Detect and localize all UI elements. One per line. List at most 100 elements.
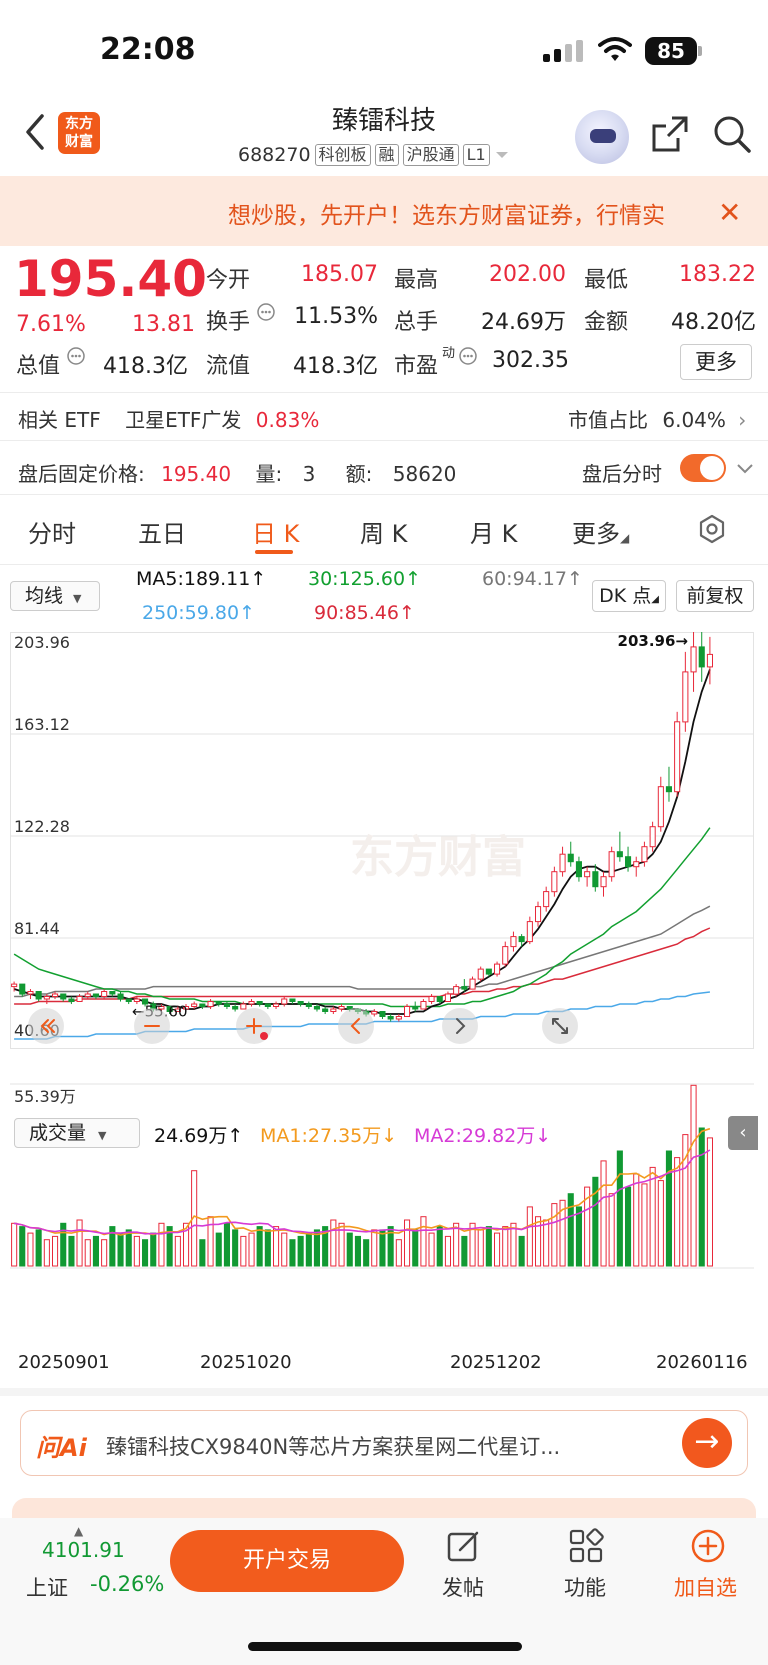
candle-down: [289, 998, 296, 1002]
volume-bar-up: [551, 1203, 558, 1267]
candle-down: [60, 993, 67, 1000]
candle-up: [469, 978, 476, 990]
post-icon[interactable]: [446, 1528, 482, 1564]
add-watchlist-icon[interactable]: [690, 1528, 726, 1564]
tab-weekly-k[interactable]: 周 K: [360, 514, 407, 549]
tab-five-day[interactable]: 五日: [138, 514, 186, 549]
function-grid-icon[interactable]: [568, 1528, 604, 1564]
dk-point-button[interactable]: DK 点◢: [592, 580, 666, 612]
volume-chart: 55.39万: [10, 1083, 754, 1269]
etf-ratio-value: 6.04%: [662, 408, 726, 432]
ah-toggle-label: 盘后分时: [582, 462, 662, 486]
info-icon[interactable]: [66, 346, 86, 366]
volume-bar-down: [199, 1239, 206, 1267]
pe-label: 市盈: [394, 354, 439, 379]
volume-bar-down: [698, 1127, 705, 1267]
etf-name[interactable]: 卫星ETF广发: [125, 408, 241, 432]
stock-code-row[interactable]: 688270 科创板 融 沪股通 L1: [238, 144, 510, 166]
arrow-right-icon[interactable]: →: [682, 1418, 732, 1468]
volume-bar-down: [412, 1229, 419, 1267]
volume-bar-up: [600, 1160, 607, 1267]
open-account-trade-button[interactable]: 开户交易: [170, 1530, 404, 1592]
volume-bar-down: [485, 1226, 492, 1267]
volume-bar-up: [52, 1235, 59, 1267]
tab-monthly-k[interactable]: 月 K: [470, 514, 517, 549]
etf-ratio[interactable]: 市值占比 6.04% ›: [568, 404, 746, 433]
candle-up: [682, 671, 689, 723]
status-time: 22:08: [100, 32, 196, 67]
ma30-text: 30:125.60: [308, 568, 406, 590]
gear-icon[interactable]: [697, 514, 727, 544]
candle-up: [551, 871, 558, 893]
volume-bar-down: [264, 1229, 271, 1267]
tab-daily-k[interactable]: 日 K: [252, 514, 299, 549]
chevron-down-icon: [495, 152, 508, 158]
candle-down: [665, 786, 673, 793]
candle-down: [232, 1006, 239, 1010]
index-change[interactable]: -0.26%: [90, 1572, 164, 1596]
candle-up: [584, 871, 591, 878]
volume-bar-up: [404, 1219, 411, 1267]
low-value: 183.22: [679, 262, 756, 287]
candle-up: [330, 1008, 337, 1012]
candle-up: [706, 653, 714, 668]
ma5-value: MA5:189.11↑: [136, 568, 267, 590]
date-tick: 20251020: [200, 1352, 292, 1373]
volume-bar-down: [223, 1222, 230, 1267]
after-hours-row: 盘后固定价格: 195.40 量: 3 额: 58620: [18, 458, 456, 487]
turnover-value: 11.53%: [294, 304, 378, 329]
candle-up: [273, 1003, 280, 1007]
y-tick-label: 203.96: [14, 633, 70, 652]
volume-bar-up: [706, 1137, 714, 1267]
ma90-line: [14, 927, 711, 1005]
candle-down: [92, 993, 100, 997]
tab-more[interactable]: 更多◢: [572, 514, 629, 549]
index-value[interactable]: 4101.91: [42, 1538, 125, 1562]
tab-intraday[interactable]: 分时: [28, 514, 76, 549]
candle-up: [633, 861, 640, 868]
more-button[interactable]: 更多: [680, 344, 752, 380]
volume-bar-up: [248, 1232, 255, 1267]
collapse-panel-button[interactable]: ‹: [728, 1116, 758, 1150]
function-label[interactable]: 功能: [564, 1572, 606, 1602]
amount-value: 48.20亿: [671, 310, 756, 335]
volume-bar-down: [297, 1235, 304, 1267]
ai-news-text[interactable]: 臻镭科技CX9840N等芯片方案获星网二代星订...: [106, 1431, 646, 1461]
ah-volume: 3: [302, 462, 316, 486]
related-etf-row[interactable]: 相关 ETF 卫星ETF广发 0.83%: [18, 404, 319, 433]
double-left-icon: [28, 1008, 64, 1044]
candle-up: [207, 1001, 214, 1007]
tab-active-underline: [255, 550, 293, 554]
candle-down: [19, 983, 26, 995]
volume-bar-down: [35, 1229, 42, 1267]
etf-ratio-label: 市值占比: [568, 408, 648, 432]
info-icon[interactable]: [256, 302, 276, 322]
volume-bar-up: [477, 1229, 484, 1267]
share-icon[interactable]: [650, 114, 690, 154]
tag-star-market: 科创板: [314, 144, 371, 166]
index-name[interactable]: 上证: [26, 1572, 68, 1602]
candle-down: [68, 998, 75, 1002]
search-icon[interactable]: [712, 114, 752, 154]
info-icon[interactable]: [458, 346, 478, 366]
volume-bar-down: [125, 1229, 132, 1267]
indicator-select[interactable]: 均线 ▼: [10, 581, 100, 611]
add-watchlist-label[interactable]: 加自选: [674, 1572, 737, 1602]
volume-bar-up: [510, 1222, 517, 1267]
market-cap-label: 总值: [16, 354, 61, 379]
volume-indicator-select[interactable]: 成交量 ▼: [14, 1118, 140, 1148]
volume-label: 总手: [394, 310, 439, 335]
candle-up: [133, 998, 140, 1002]
adjust-price-button[interactable]: 前复权: [676, 580, 754, 612]
etf-label: 相关 ETF: [18, 408, 101, 432]
ma90-value: 90:85.46↑: [314, 602, 415, 624]
kline-chart[interactable]: 东方财富 203.96163.12122.2881.4440.60 203.96…: [10, 632, 758, 1308]
ah-amount-label: 额:: [345, 462, 373, 486]
dk-point-label: DK 点: [599, 585, 652, 607]
close-icon[interactable]: ✕: [718, 196, 741, 229]
post-label[interactable]: 发帖: [442, 1572, 484, 1602]
ah-price: 195.40: [161, 462, 232, 486]
candle-up: [641, 846, 648, 863]
chevron-down-icon[interactable]: [736, 462, 754, 476]
banner-text[interactable]: 想炒股，先开户！选东方财富证券，行情实: [228, 196, 696, 230]
